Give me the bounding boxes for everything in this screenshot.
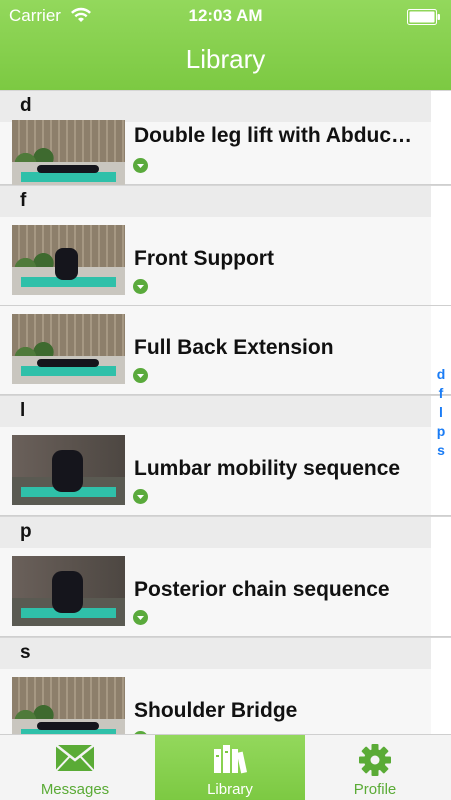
exercise-title: Double leg lift with Abduction <box>134 124 419 147</box>
index-letter-f[interactable]: f <box>434 384 448 403</box>
exercise-title: Posterior chain sequence <box>134 578 390 601</box>
download-icon[interactable] <box>133 279 148 294</box>
nav-header: Carrier 12:03 AM Library <box>0 0 451 90</box>
tab-bar: Messages Library Profile <box>0 734 451 800</box>
index-letter-s[interactable]: s <box>434 441 448 460</box>
list-item[interactable]: Front Support <box>0 217 451 306</box>
envelope-icon <box>55 744 95 772</box>
page-title: Library <box>185 44 266 74</box>
list-item[interactable]: Shoulder Bridge <box>0 669 451 734</box>
exercise-thumbnail <box>12 556 125 626</box>
section-index[interactable]: d f l p s <box>434 365 448 460</box>
tab-library[interactable]: Library <box>155 735 305 800</box>
tab-label: Library <box>207 781 253 798</box>
tab-label: Profile <box>353 781 397 798</box>
section-header-f: f <box>0 185 451 217</box>
section-header-l: l <box>0 395 451 427</box>
section-header-d: d <box>0 90 451 122</box>
list-item[interactable]: Posterior chain sequence <box>0 548 451 637</box>
download-icon[interactable] <box>133 489 148 504</box>
tab-label: Messages <box>40 781 110 798</box>
clock: 12:03 AM <box>188 6 263 25</box>
section-header-p: p <box>0 516 451 548</box>
exercise-thumbnail <box>12 314 125 384</box>
status-bar: Carrier 12:03 AM <box>0 0 451 34</box>
exercise-title: Lumbar mobility sequence <box>134 457 401 480</box>
exercise-title: Front Support <box>134 247 274 270</box>
library-list[interactable]: d Double leg lift with Abduction f Front… <box>0 90 451 734</box>
list-item[interactable]: Full Back Extension <box>0 306 451 395</box>
index-letter-l[interactable]: l <box>434 403 448 422</box>
exercise-title: Shoulder Bridge <box>134 699 298 722</box>
tab-messages[interactable]: Messages <box>0 735 150 800</box>
exercise-title: Full Back Extension <box>134 336 334 359</box>
download-icon[interactable] <box>133 610 148 625</box>
download-icon[interactable] <box>133 158 148 173</box>
section-header-s: s <box>0 637 451 669</box>
books-icon <box>214 745 248 774</box>
download-icon[interactable] <box>133 368 148 383</box>
battery-icon <box>407 9 440 25</box>
index-letter-d[interactable]: d <box>434 365 448 384</box>
index-letter-p[interactable]: p <box>434 422 448 441</box>
exercise-thumbnail <box>12 225 125 295</box>
gear-icon <box>359 744 391 776</box>
list-item[interactable]: Double leg lift with Abduction <box>0 120 451 190</box>
exercise-thumbnail <box>12 120 125 190</box>
tab-profile[interactable]: Profile <box>300 735 450 800</box>
exercise-thumbnail <box>12 435 125 505</box>
list-item[interactable]: Lumbar mobility sequence <box>0 427 451 516</box>
exercise-thumbnail <box>12 677 125 734</box>
